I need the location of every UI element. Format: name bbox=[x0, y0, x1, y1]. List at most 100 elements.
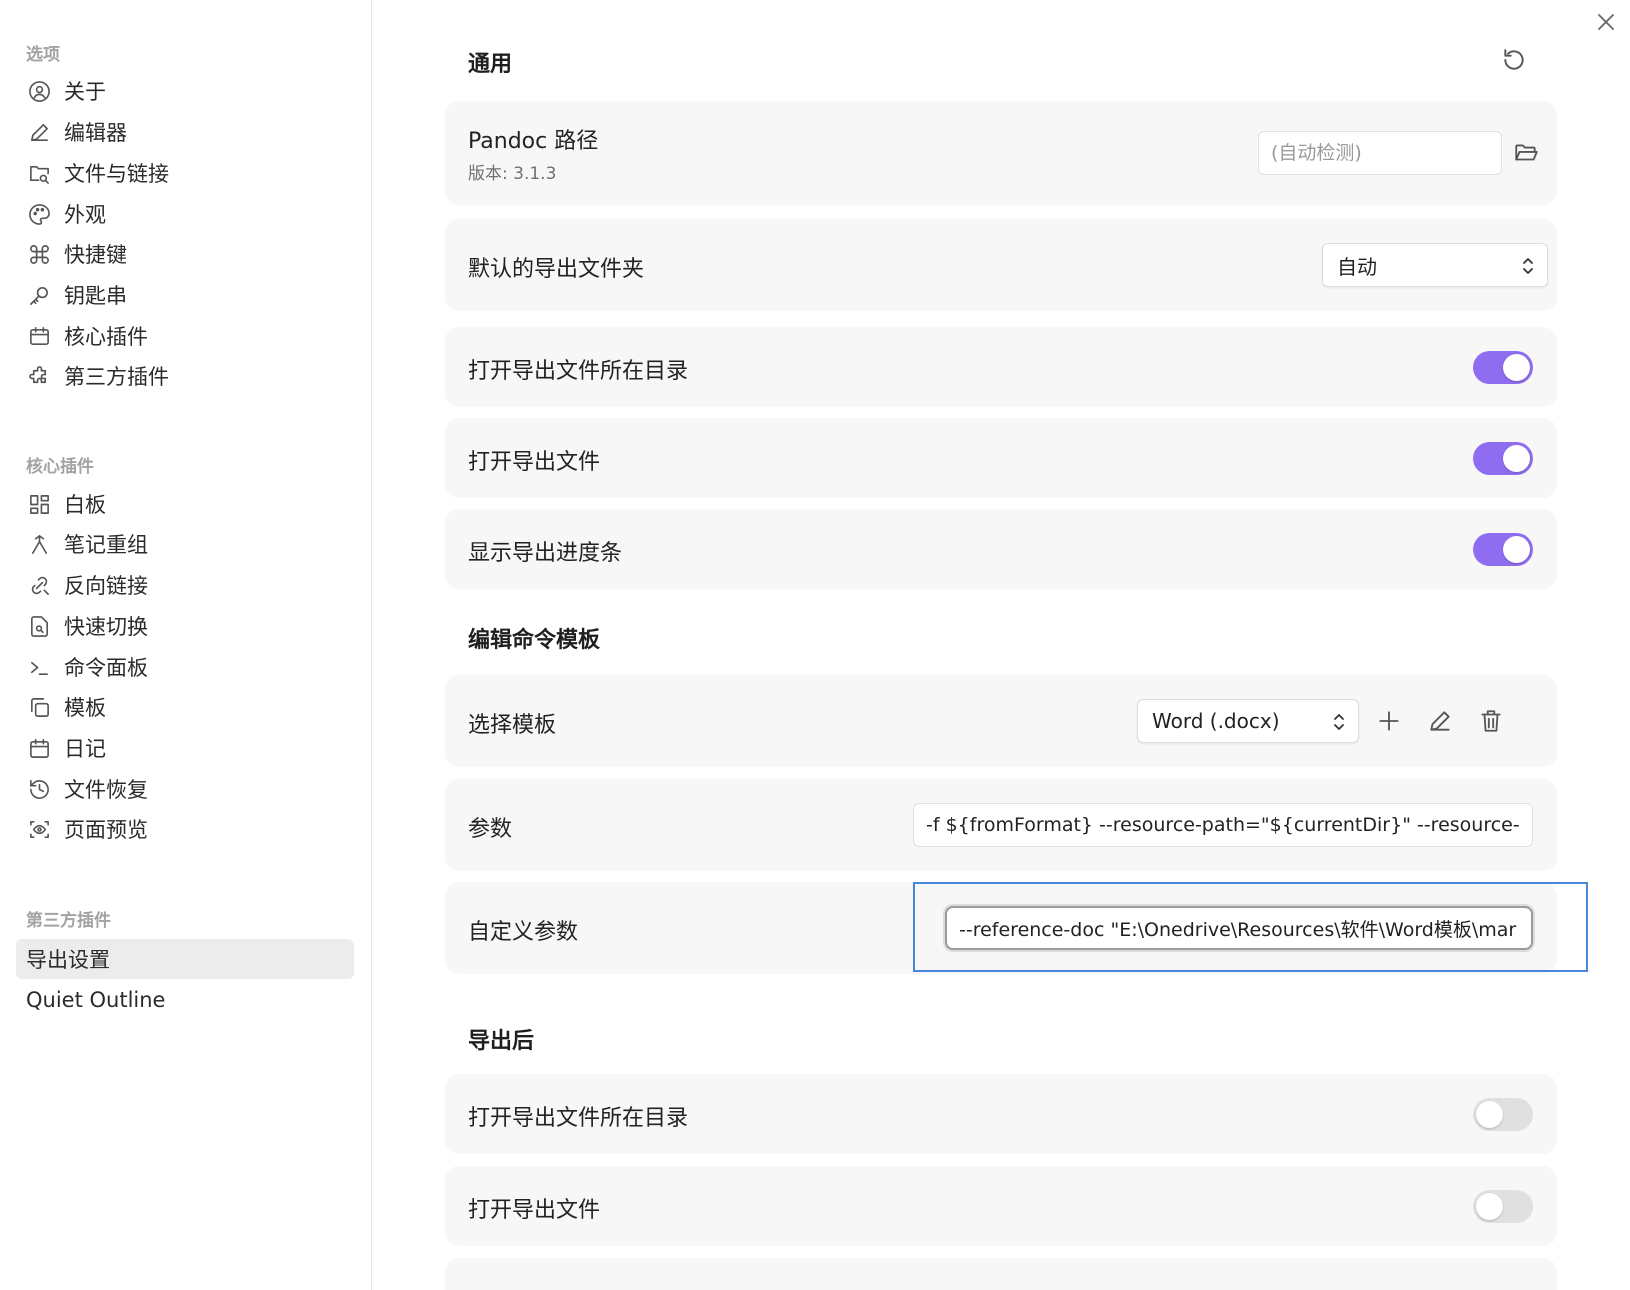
sidebar-item-label: 文件与链接 bbox=[64, 162, 169, 186]
sidebar-item-label: 快捷键 bbox=[64, 243, 127, 267]
sidebar-item-label: 页面预览 bbox=[64, 818, 148, 842]
sidebar-item-label: 第三方插件 bbox=[64, 365, 169, 389]
sidebar-item-quick-switcher[interactable]: 快速切换 bbox=[16, 606, 354, 646]
template-select[interactable]: Word (.docx) bbox=[1137, 699, 1359, 743]
sidebar-item-daily-notes[interactable]: 日记 bbox=[16, 728, 354, 768]
calendar-icon bbox=[26, 735, 52, 761]
pencil-icon bbox=[1430, 711, 1450, 731]
section-title-after-export: 导出后 bbox=[468, 1029, 535, 1054]
sidebar-heading-options: 选项 bbox=[26, 45, 60, 65]
trash-icon bbox=[1481, 710, 1501, 732]
after-open-export-dir-toggle[interactable] bbox=[1473, 1098, 1533, 1131]
sidebar-item-label: 关于 bbox=[64, 80, 106, 104]
sidebar-item-label: 外观 bbox=[64, 203, 106, 227]
default-folder-select[interactable]: 自动 bbox=[1322, 243, 1548, 287]
open-export-file-toggle[interactable] bbox=[1473, 442, 1533, 475]
arguments-input[interactable] bbox=[913, 803, 1533, 847]
file-search-icon bbox=[26, 613, 52, 639]
delete-template-button[interactable] bbox=[1474, 704, 1508, 738]
section-title-general: 通用 bbox=[468, 52, 513, 77]
toggle-knob bbox=[1503, 536, 1530, 563]
sidebar-item-label: 笔记重组 bbox=[64, 533, 148, 557]
sidebar-item-keychain[interactable]: 钥匙串 bbox=[16, 275, 354, 315]
setting-next-partial bbox=[445, 1258, 1557, 1290]
key-icon bbox=[26, 282, 52, 308]
terminal-icon bbox=[26, 654, 52, 680]
pandoc-path-input[interactable] bbox=[1258, 131, 1502, 175]
open-export-dir-toggle[interactable] bbox=[1473, 351, 1533, 384]
sidebar-item-label: 日记 bbox=[64, 737, 106, 761]
toggle-knob bbox=[1503, 354, 1530, 381]
sidebar-item-label: Quiet Outline bbox=[26, 988, 166, 1012]
palette-icon bbox=[26, 201, 52, 227]
sidebar-item-label: 钥匙串 bbox=[64, 284, 127, 308]
sidebar-item-quiet-outline[interactable]: Quiet Outline bbox=[16, 980, 354, 1020]
setting-arguments: 参数 bbox=[445, 779, 1557, 871]
sidebar-item-label: 命令面板 bbox=[64, 656, 148, 680]
calendar-box-icon bbox=[26, 323, 52, 349]
focus-highlight bbox=[913, 882, 1588, 972]
setting-label: 自定义参数 bbox=[468, 920, 579, 945]
sidebar-item-label: 文件恢复 bbox=[64, 778, 148, 802]
merge-icon bbox=[26, 531, 52, 557]
browse-folder-button[interactable] bbox=[1509, 136, 1543, 170]
sidebar-item-backlinks[interactable]: 反向链接 bbox=[16, 565, 354, 605]
add-template-button[interactable] bbox=[1372, 704, 1406, 738]
sidebar-item-hotkeys[interactable]: 快捷键 bbox=[16, 234, 354, 274]
sidebar-item-files-links[interactable]: 文件与链接 bbox=[16, 153, 354, 193]
command-icon bbox=[26, 241, 52, 267]
chevron-up-down-icon bbox=[1332, 712, 1346, 732]
sidebar-item-community-plugins[interactable]: 第三方插件 bbox=[16, 356, 354, 396]
setting-default-export-folder: 默认的导出文件夹 自动 bbox=[445, 219, 1557, 311]
edit-template-button[interactable] bbox=[1423, 704, 1457, 738]
sidebar-item-templates[interactable]: 模板 bbox=[16, 687, 354, 727]
setting-label: 默认的导出文件夹 bbox=[468, 257, 645, 282]
sidebar-item-note-composer[interactable]: 笔记重组 bbox=[16, 524, 354, 564]
sidebar-item-label: 导出设置 bbox=[26, 948, 110, 972]
section-title-command-template: 编辑命令模板 bbox=[468, 628, 601, 653]
sidebar-heading-core-plugins: 核心插件 bbox=[26, 457, 94, 477]
toggle-knob bbox=[1476, 1193, 1503, 1220]
setting-show-progress: 显示导出进度条 bbox=[445, 509, 1557, 589]
history-icon bbox=[26, 776, 52, 802]
settings-sidebar: 选项 关于 编辑器 文件与链接 外观 快捷键 钥匙串 核心插件 第三方插件 核心… bbox=[0, 0, 372, 1290]
show-progress-toggle[interactable] bbox=[1473, 533, 1533, 566]
setting-choose-template: 选择模板 Word (.docx) bbox=[445, 675, 1557, 767]
sidebar-item-command-palette[interactable]: 命令面板 bbox=[16, 647, 354, 687]
setting-label: 选择模板 bbox=[468, 713, 557, 738]
sidebar-item-label: 快速切换 bbox=[64, 615, 148, 639]
close-button[interactable] bbox=[1592, 8, 1620, 36]
reset-button[interactable] bbox=[1498, 44, 1530, 76]
chevron-up-down-icon bbox=[1521, 256, 1535, 276]
sidebar-item-canvas[interactable]: 白板 bbox=[16, 484, 354, 524]
sidebar-item-core-plugins[interactable]: 核心插件 bbox=[16, 316, 354, 356]
close-icon bbox=[1598, 14, 1614, 30]
backlink-icon bbox=[26, 572, 52, 598]
sidebar-item-label: 编辑器 bbox=[64, 121, 127, 145]
setting-label: 打开导出文件 bbox=[468, 450, 601, 475]
pandoc-version: 版本: 3.1.3 bbox=[468, 164, 557, 184]
select-value: 自动 bbox=[1337, 254, 1377, 279]
setting-open-export-dir: 打开导出文件所在目录 bbox=[445, 327, 1557, 407]
folder-link-icon bbox=[26, 160, 52, 186]
sidebar-item-export-settings[interactable]: 导出设置 bbox=[16, 939, 354, 979]
sidebar-item-about[interactable]: 关于 bbox=[16, 71, 354, 111]
plus-icon bbox=[1379, 711, 1399, 731]
sidebar-item-file-recovery[interactable]: 文件恢复 bbox=[16, 769, 354, 809]
after-open-export-file-toggle[interactable] bbox=[1473, 1190, 1533, 1223]
setting-label: 打开导出文件 bbox=[468, 1198, 601, 1223]
sidebar-item-page-preview[interactable]: 页面预览 bbox=[16, 809, 354, 849]
setting-label: 参数 bbox=[468, 817, 513, 842]
setting-after-open-export-file: 打开导出文件 bbox=[445, 1166, 1557, 1246]
setting-after-open-export-dir: 打开导出文件所在目录 bbox=[445, 1074, 1557, 1154]
user-circle-icon bbox=[26, 78, 52, 104]
sidebar-item-appearance[interactable]: 外观 bbox=[16, 194, 354, 234]
settings-content: 通用 Pandoc 路径 版本: 3.1.3 默认的导出文件夹 自动 打开导出文… bbox=[373, 0, 1630, 1290]
setting-label: Pandoc 路径 bbox=[468, 129, 599, 154]
sidebar-item-label: 模板 bbox=[64, 696, 106, 720]
sidebar-item-editor[interactable]: 编辑器 bbox=[16, 112, 354, 152]
setting-label: 打开导出文件所在目录 bbox=[468, 359, 689, 384]
setting-label: 显示导出进度条 bbox=[468, 541, 623, 566]
grid-icon bbox=[26, 491, 52, 517]
reset-icon bbox=[1504, 49, 1524, 70]
